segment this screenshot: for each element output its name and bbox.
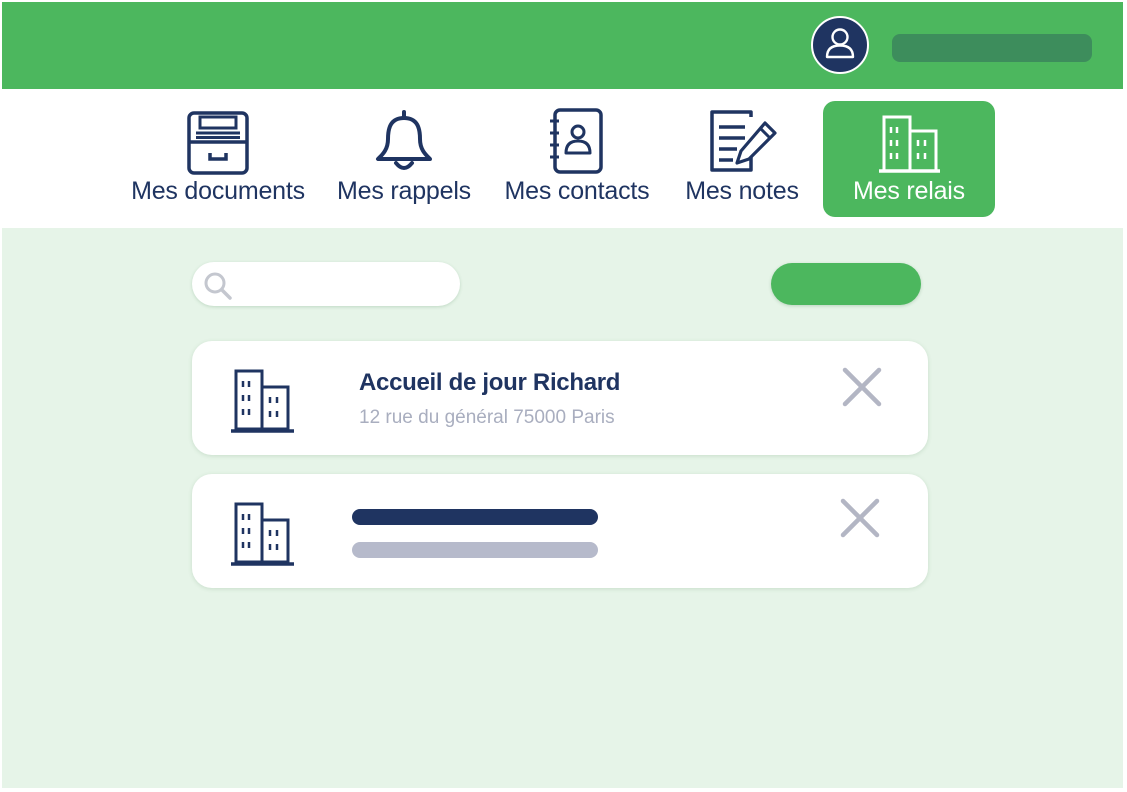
nav-item-label: Mes documents bbox=[131, 177, 305, 205]
nav-item-label: Mes contacts bbox=[504, 177, 650, 205]
bell-icon bbox=[373, 101, 435, 175]
user-name-placeholder[interactable] bbox=[892, 34, 1092, 62]
app-frame: Mes documents Mes rappels Mes contacts M… bbox=[2, 2, 1123, 788]
filing-cabinet-icon bbox=[186, 101, 250, 175]
nav-item-documents[interactable]: Mes documents bbox=[128, 101, 308, 217]
buildings-icon bbox=[876, 101, 942, 175]
relais-name-placeholder bbox=[352, 509, 598, 525]
nav-item-rappels[interactable]: Mes rappels bbox=[332, 101, 476, 217]
buildings-icon bbox=[231, 502, 294, 566]
user-avatar-icon[interactable] bbox=[811, 16, 869, 74]
nav-item-label: Mes notes bbox=[685, 177, 799, 205]
main-nav: Mes documents Mes rappels Mes contacts M… bbox=[2, 89, 1123, 228]
nav-item-contacts[interactable]: Mes contacts bbox=[502, 101, 652, 217]
nav-item-label: Mes relais bbox=[853, 177, 965, 205]
contact-book-icon bbox=[547, 101, 607, 175]
relais-panel: Accueil de jour Richard 12 rue du généra… bbox=[2, 228, 1123, 788]
close-icon[interactable] bbox=[838, 496, 882, 540]
note-pencil-icon bbox=[705, 101, 779, 175]
relais-address-placeholder bbox=[352, 542, 598, 558]
buildings-icon bbox=[231, 369, 294, 433]
search-input[interactable] bbox=[192, 262, 460, 306]
relais-card[interactable] bbox=[192, 474, 928, 588]
nav-item-relais[interactable]: Mes relais bbox=[823, 101, 995, 217]
close-icon[interactable] bbox=[840, 365, 884, 409]
add-relais-button[interactable] bbox=[771, 263, 921, 305]
relais-name: Accueil de jour Richard bbox=[359, 369, 621, 396]
nav-item-notes[interactable]: Mes notes bbox=[680, 101, 804, 217]
relais-address: 12 rue du général 75000 Paris bbox=[359, 407, 615, 428]
relais-card[interactable]: Accueil de jour Richard 12 rue du généra… bbox=[192, 341, 928, 455]
search-icon bbox=[204, 272, 232, 300]
top-bar bbox=[2, 2, 1123, 89]
nav-item-label: Mes rappels bbox=[337, 177, 471, 205]
